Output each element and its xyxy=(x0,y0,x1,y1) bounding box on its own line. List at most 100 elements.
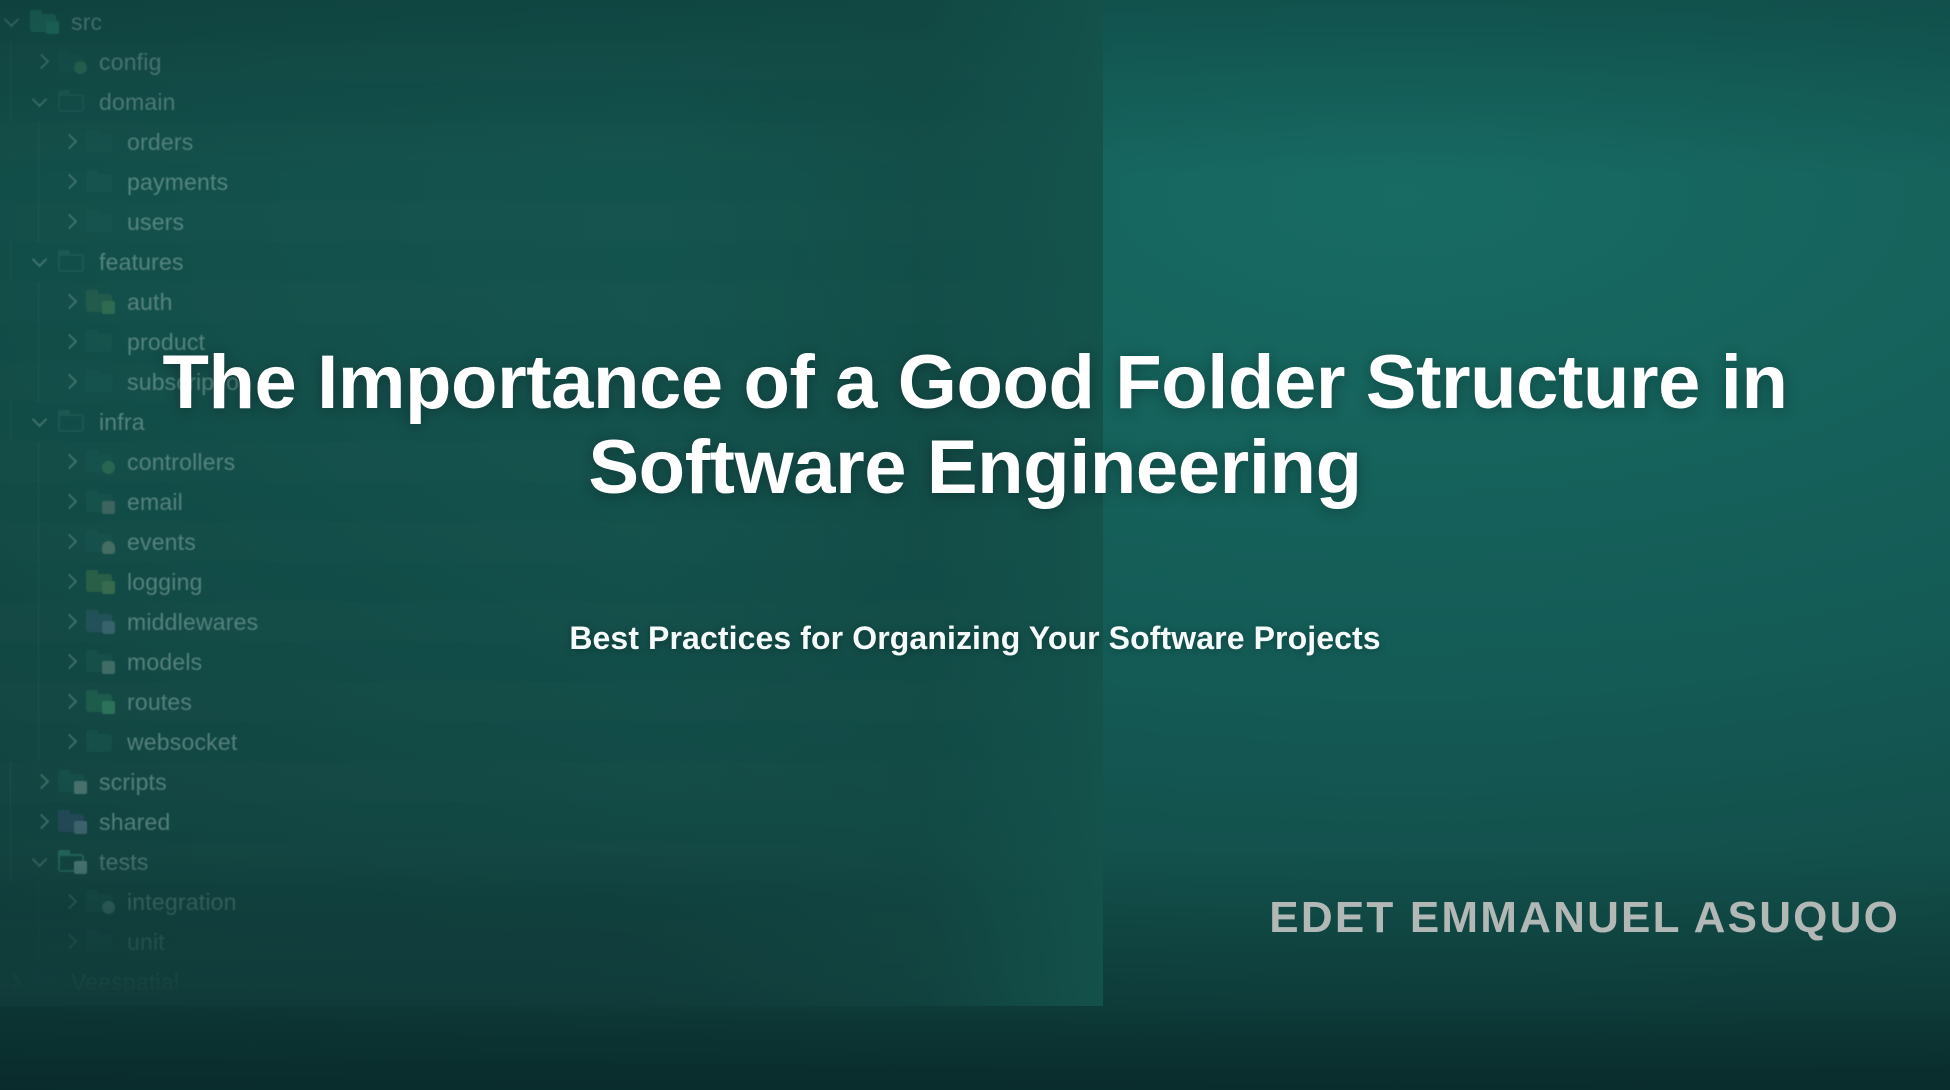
slide-title: The Importance of a Good Folder Structur… xyxy=(162,340,1788,511)
chevron-down-icon[interactable] xyxy=(30,411,52,433)
folder-open-icon xyxy=(58,250,88,274)
chevron-right-icon[interactable] xyxy=(58,171,80,193)
chevron-right-icon[interactable] xyxy=(58,611,80,633)
presentation-slide: src config domain orders payments users featur… xyxy=(0,0,1950,1090)
file-tree-row[interactable]: events xyxy=(0,522,1103,562)
tree-indent-guide xyxy=(38,562,39,602)
folder-log-icon xyxy=(86,570,116,594)
chevron-right-icon[interactable] xyxy=(58,131,80,153)
tree-indent-guide xyxy=(38,202,39,242)
file-tree-label: unit xyxy=(127,928,165,955)
folder-code-icon xyxy=(30,10,60,34)
chevron-right-icon[interactable] xyxy=(30,771,52,793)
chevron-right-icon[interactable] xyxy=(58,571,80,593)
chevron-right-icon[interactable] xyxy=(58,691,80,713)
folder-icon xyxy=(86,210,116,234)
tree-indent-guide xyxy=(38,282,39,322)
file-tree-label: logging xyxy=(127,568,203,595)
chevron-right-icon[interactable] xyxy=(2,971,24,993)
tree-indent-guide xyxy=(10,82,11,122)
file-tree-row[interactable]: auth xyxy=(0,282,1103,322)
file-tree-row[interactable]: routes xyxy=(0,682,1103,722)
file-tree-row[interactable]: websocket xyxy=(0,722,1103,762)
file-tree-label: integration xyxy=(127,888,237,915)
tree-indent-guide xyxy=(10,762,11,802)
folder-lock-icon xyxy=(86,290,116,314)
chevron-down-icon[interactable] xyxy=(30,851,52,873)
file-tree-row[interactable]: src xyxy=(0,2,1103,42)
file-tree-row[interactable]: scripts xyxy=(0,762,1103,802)
file-tree-row[interactable]: payments xyxy=(0,162,1103,202)
chevron-right-icon[interactable] xyxy=(58,651,80,673)
folder-puzzle-icon xyxy=(86,610,116,634)
tree-indent-guide xyxy=(38,362,39,402)
file-tree-label: orders xyxy=(127,128,194,155)
chevron-right-icon[interactable] xyxy=(58,891,80,913)
tree-indent-guide xyxy=(38,722,39,762)
folder-bell-icon xyxy=(86,530,116,554)
file-tree-label: models xyxy=(127,648,203,675)
tree-indent-guide xyxy=(38,682,39,722)
tree-indent-guide xyxy=(38,122,39,162)
file-tree-label: payments xyxy=(127,168,229,195)
folder-script-icon xyxy=(58,770,88,794)
tree-indent-guide xyxy=(38,602,39,642)
folder-gear-icon xyxy=(58,50,88,74)
folder-open-icon xyxy=(58,90,88,114)
file-tree-label: websocket xyxy=(127,728,238,755)
chevron-right-icon[interactable] xyxy=(58,291,80,313)
tree-indent-guide xyxy=(38,522,39,562)
chevron-right-icon[interactable] xyxy=(30,811,52,833)
chevron-right-icon[interactable] xyxy=(30,51,52,73)
chevron-right-icon[interactable] xyxy=(58,211,80,233)
folder-plug-icon xyxy=(86,890,116,914)
tree-indent-guide xyxy=(10,802,11,842)
chevron-down-icon[interactable] xyxy=(30,251,52,273)
file-tree-label: Veespatial xyxy=(71,968,180,995)
file-tree-row[interactable]: integration xyxy=(0,882,1103,922)
tree-indent-guide xyxy=(38,162,39,202)
chevron-right-icon[interactable] xyxy=(58,531,80,553)
folder-route-icon xyxy=(86,690,116,714)
file-tree-row[interactable]: shared xyxy=(0,802,1103,842)
folder-list-icon xyxy=(86,650,116,674)
file-tree-row[interactable]: Veespatial xyxy=(0,962,1103,1002)
slide-subtitle: Best Practices for Organizing Your Softw… xyxy=(569,620,1381,656)
tree-indent-guide xyxy=(38,882,39,922)
file-tree-row[interactable]: orders xyxy=(0,122,1103,162)
tree-indent-guide xyxy=(38,922,39,962)
file-tree-label: routes xyxy=(127,688,193,715)
folder-icon xyxy=(86,930,116,954)
file-tree-row[interactable]: tests xyxy=(0,842,1103,882)
file-tree-label: scripts xyxy=(99,768,167,795)
chevron-down-icon[interactable] xyxy=(2,11,24,33)
file-tree-row[interactable]: users xyxy=(0,202,1103,242)
file-tree-label: config xyxy=(99,48,162,75)
folder-icon xyxy=(86,170,116,194)
folder-shared-icon xyxy=(58,810,88,834)
file-tree-row[interactable]: features xyxy=(0,242,1103,282)
tree-indent-guide xyxy=(10,242,11,282)
tree-indent-guide xyxy=(10,402,11,442)
file-tree-label: tests xyxy=(99,848,149,875)
file-tree-label: users xyxy=(127,208,185,235)
file-tree-row[interactable]: config xyxy=(0,42,1103,82)
tree-indent-guide xyxy=(38,322,39,362)
folder-test-icon xyxy=(58,850,88,874)
folder-icon xyxy=(86,130,116,154)
file-tree-label: events xyxy=(127,528,196,555)
chevron-right-icon[interactable] xyxy=(58,931,80,953)
file-tree-label: src xyxy=(71,8,103,35)
tree-indent-guide xyxy=(38,442,39,482)
tree-indent-guide xyxy=(38,642,39,682)
folder-icon xyxy=(86,730,116,754)
chevron-down-icon[interactable] xyxy=(30,91,52,113)
file-tree-label: auth xyxy=(127,288,173,315)
chevron-right-icon[interactable] xyxy=(58,731,80,753)
tree-indent-guide xyxy=(38,482,39,522)
file-tree-label: features xyxy=(99,248,184,275)
file-tree-row[interactable]: logging xyxy=(0,562,1103,602)
file-tree-row[interactable]: domain xyxy=(0,82,1103,122)
slide-footer-band xyxy=(0,1006,1950,1090)
file-tree-row[interactable]: unit xyxy=(0,922,1103,962)
